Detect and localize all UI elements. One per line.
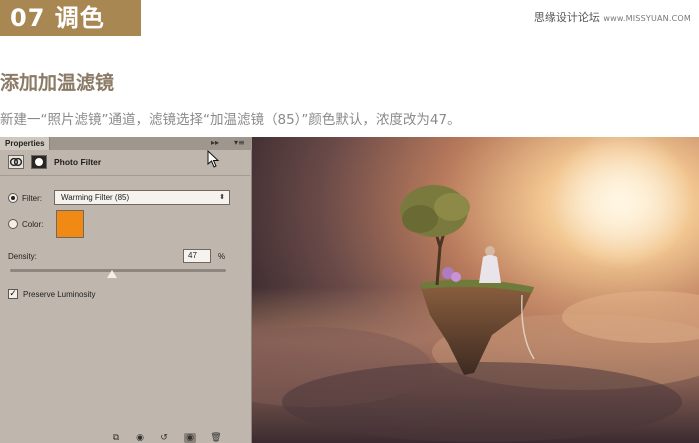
clip-to-layer-icon[interactable]: ⧉ [110,433,122,443]
color-swatch[interactable] [56,210,84,238]
section-title: 添加加温滤镜 [0,72,115,94]
site-url: www.MISSYUAN.COM [603,14,691,23]
site-watermark: 思缘设计论坛 www.MISSYUAN.COM [534,9,691,25]
reset-icon[interactable]: ↺ [158,433,170,443]
color-label: Color: [22,220,44,229]
density-slider-thumb[interactable] [105,269,118,279]
site-name: 思缘设计论坛 [533,11,600,24]
delete-icon[interactable]: 🗑 [210,433,222,443]
collapse-icon[interactable]: ▸▸ [211,138,219,147]
view-previous-icon[interactable]: ◉ [134,433,146,443]
panel-menu-icon[interactable]: ▾≡ [234,138,245,147]
photo-filter-adjustment-icon[interactable] [8,155,24,169]
filter-select-value: Warming Filter (85) [61,193,130,202]
panel-bottom-toolbar: ⧉ ◉ ↺ ◉ 🗑 [100,433,250,443]
density-input[interactable]: 47 [183,249,211,263]
preserve-luminosity-label: Preserve Luminosity [23,290,96,299]
visibility-eye-icon[interactable]: ◉ [184,433,196,443]
preserve-luminosity-checkbox[interactable]: ✓ [8,289,18,299]
document-canvas[interactable] [252,137,699,443]
section-description: 新建一“照片滤镜”通道，滤镜选择“加温滤镜（85）”颜色默认，浓度改为47。 [0,112,461,128]
step-badge: 07 调色 [0,0,141,36]
tab-properties[interactable]: Properties [0,137,50,150]
mouse-cursor-icon [207,150,220,168]
panel-titlebar: Properties ▸▸ ▾≡ [0,137,252,150]
filter-radio[interactable] [8,193,18,203]
color-radio[interactable] [8,219,18,229]
layer-mask-icon[interactable] [31,155,47,169]
filter-select[interactable]: Warming Filter (85) ⬍ [54,190,230,205]
adjustment-title: Photo Filter [54,157,102,167]
density-slider-track[interactable] [10,269,226,272]
density-unit: % [218,252,226,261]
floating-island-image [252,137,699,443]
density-label: Density: [8,252,37,261]
filter-label: Filter: [22,194,42,203]
select-arrows-icon: ⬍ [219,194,225,201]
